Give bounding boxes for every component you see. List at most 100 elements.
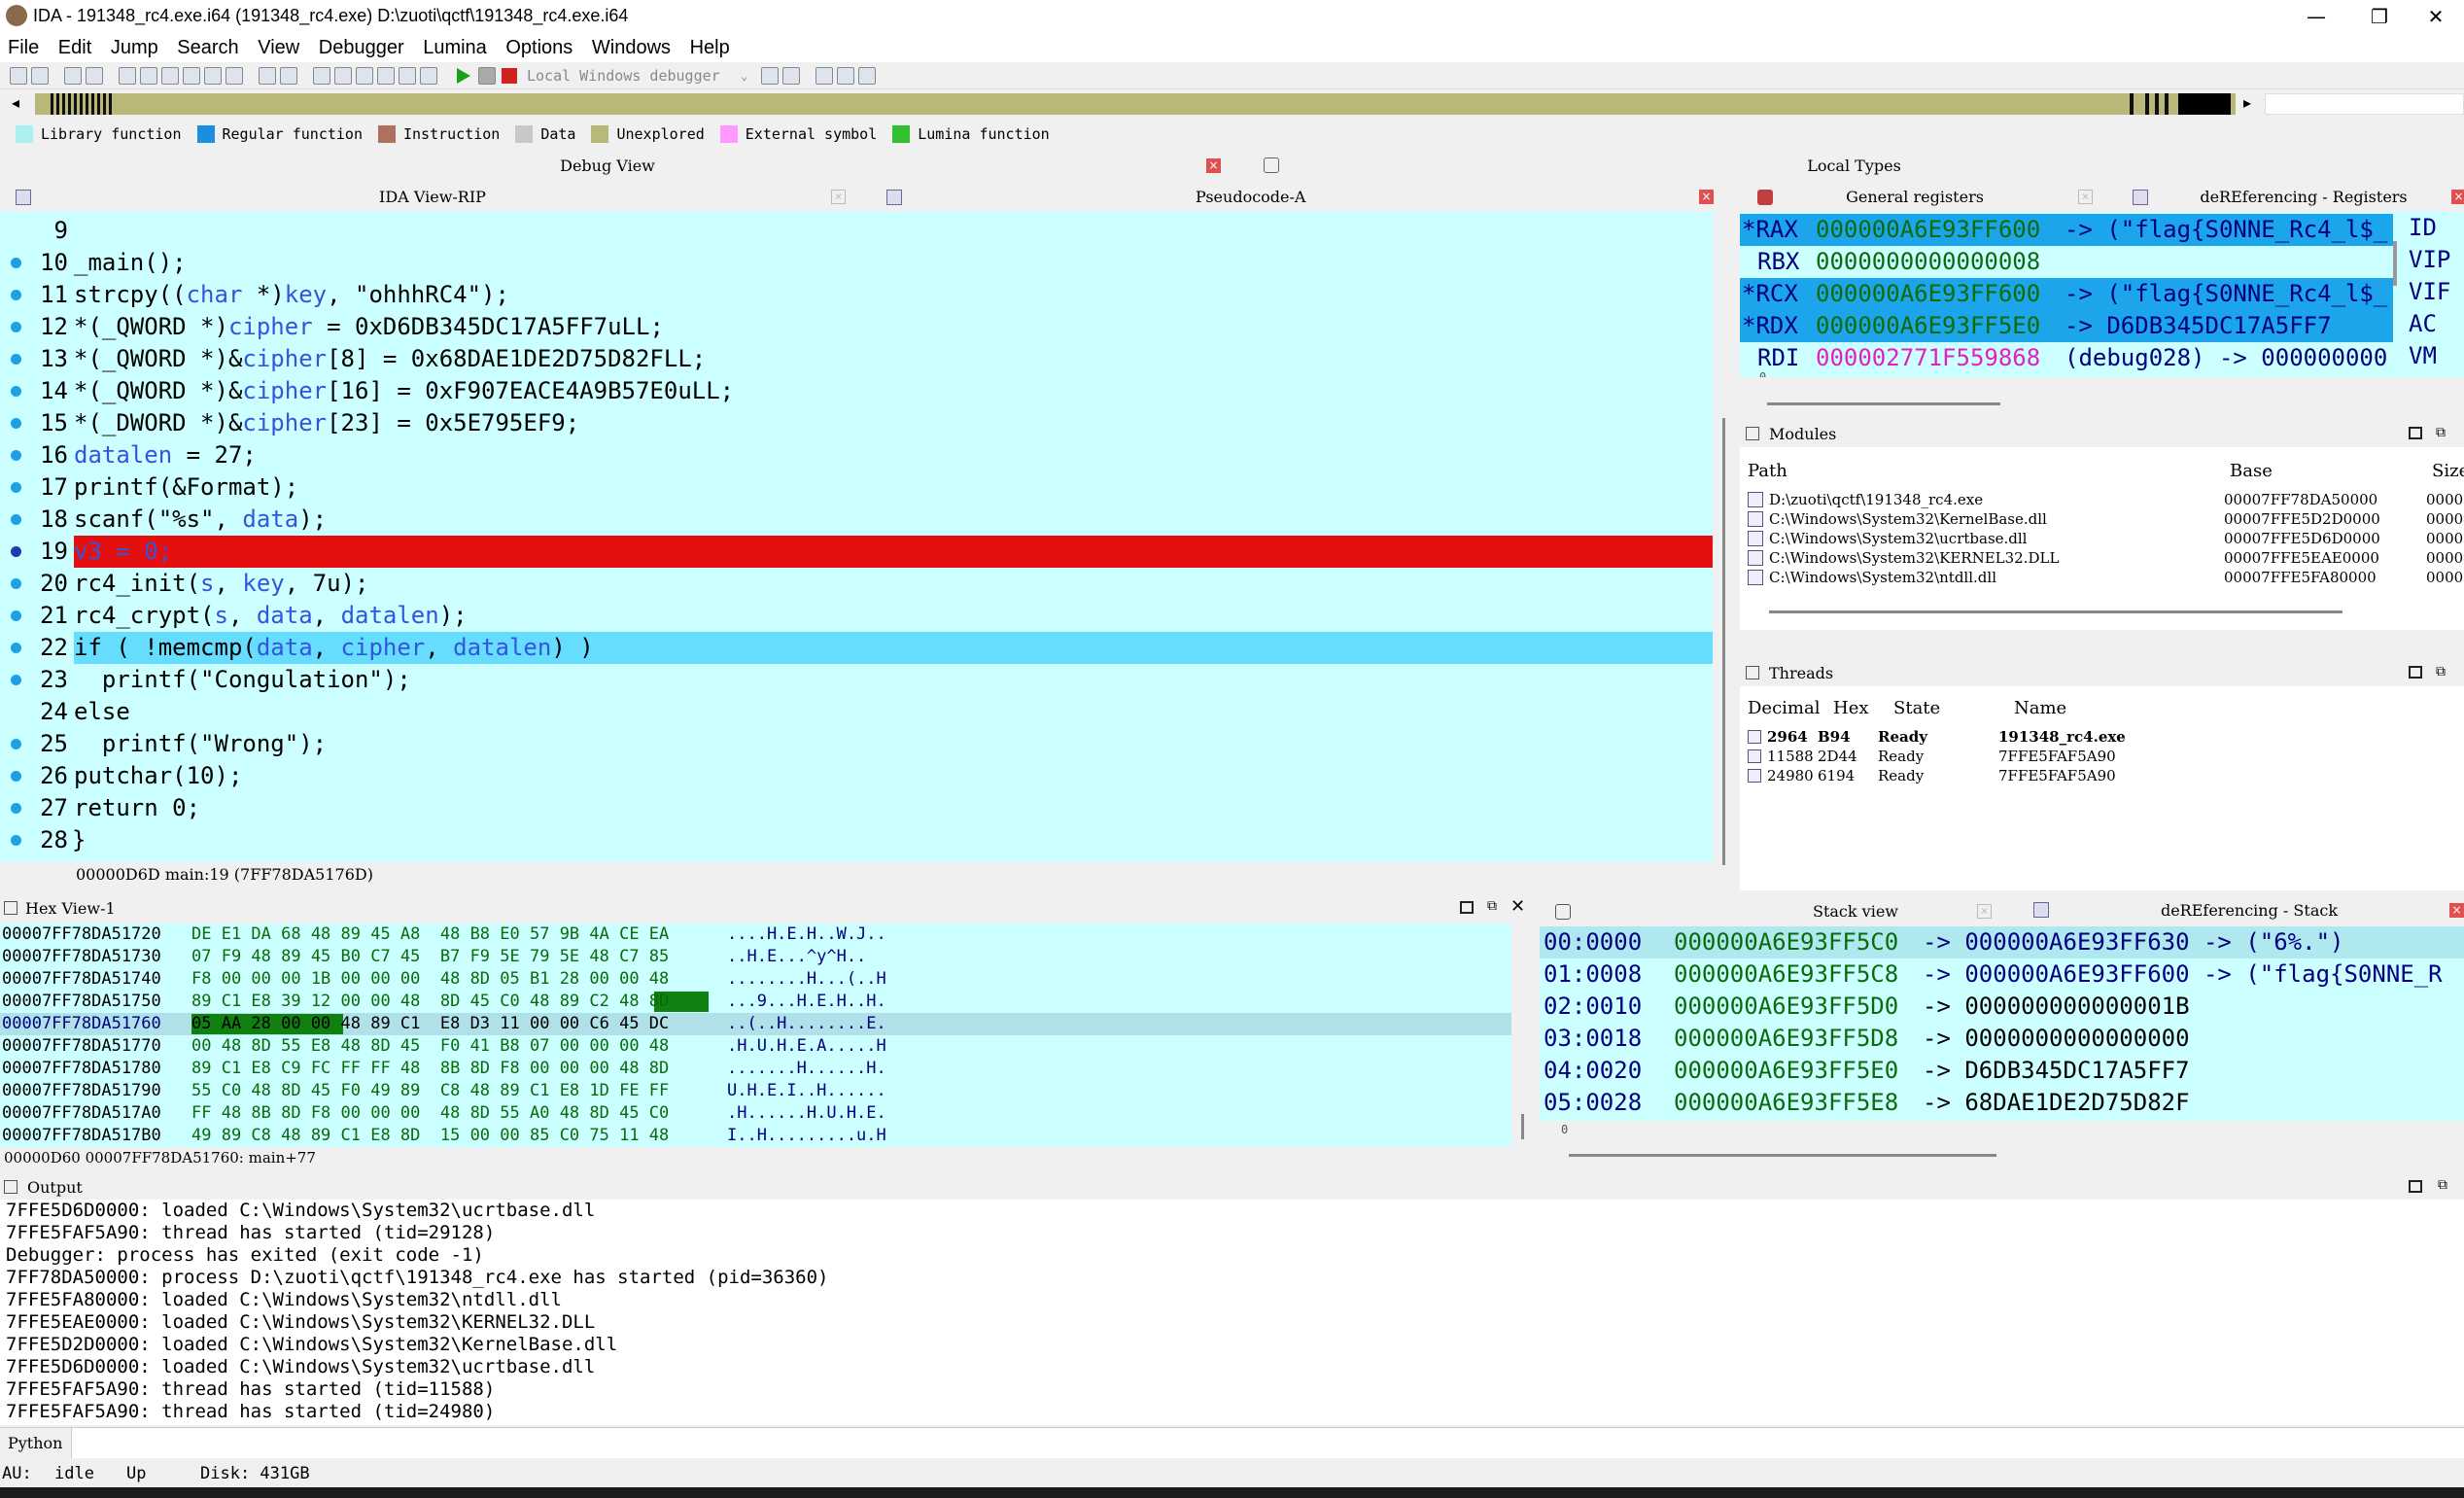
flag-vip[interactable]: VIP <box>2401 244 2464 276</box>
stop-icon[interactable] <box>502 68 517 84</box>
breakpoint-dot-icon[interactable] <box>11 771 21 782</box>
stack-hscrollbar[interactable] <box>1569 1154 1996 1157</box>
code-scrollbar[interactable] <box>1722 418 1725 865</box>
breakpoint-icon[interactable] <box>280 67 297 85</box>
menu-jump[interactable]: Jump <box>111 33 158 62</box>
menu-help[interactable]: Help <box>690 33 730 62</box>
breakpoint-dot-icon[interactable] <box>11 450 21 461</box>
col-path[interactable]: Path <box>1748 461 1787 481</box>
threads-list[interactable]: Decimal Hex State Name 2964 B94 Ready 19134… <box>1740 686 2464 890</box>
close-icon[interactable]: × <box>2451 190 2464 204</box>
language-button[interactable]: Python <box>0 1428 72 1459</box>
open-icon[interactable] <box>10 67 27 85</box>
search-text-icon[interactable] <box>161 67 179 85</box>
thread-row[interactable]: 2964 B94 Ready 191348_rc4.exe <box>1740 727 2464 747</box>
register-row[interactable]: *RCX 000000A6E93FF600 -> ("flag{S0NNE_Rc4_… <box>1740 278 2393 310</box>
hex-row[interactable]: 00007FF78DA517B0 49 89 C8 48 89 C1 E8 8D … <box>0 1125 1511 1143</box>
code-line[interactable]: 23 printf("Congulation"); <box>0 664 1713 696</box>
maximize-icon[interactable] <box>2409 666 2422 679</box>
breakpoint-dot-icon[interactable] <box>11 610 21 621</box>
text-icon[interactable] <box>226 67 243 85</box>
hex-row[interactable]: 00007FF78DA51730 07 F9 48 89 45 B0 C7 45 … <box>0 946 1511 968</box>
breakpoint-dot-icon[interactable] <box>11 675 21 685</box>
tab-stack-view[interactable]: Stack view <box>1637 902 2074 921</box>
float-icon[interactable]: ⧉ <box>2436 664 2446 679</box>
nav-right-arrow-icon[interactable]: ▸ <box>2243 93 2251 112</box>
breakpoint-dot-icon[interactable] <box>11 514 21 525</box>
hex-row[interactable]: 00007FF78DA51780 89 C1 E8 C9 FC FF FF 48 … <box>0 1058 1511 1080</box>
close-icon[interactable]: × <box>2078 190 2093 204</box>
code-line[interactable]: 20 rc4_init(s, key, 7u); <box>0 568 1713 600</box>
menu-lumina[interactable]: Lumina <box>423 33 487 62</box>
maximize-icon[interactable] <box>2409 427 2422 439</box>
module-row[interactable]: C:\Windows\System32\ntdll.dll 00007FFE5FA… <box>1740 568 2464 587</box>
list-reorder-icon[interactable] <box>858 67 877 85</box>
tab-debug-view[interactable]: Debug View <box>0 157 1215 175</box>
code-icon[interactable] <box>313 67 330 85</box>
float-icon[interactable]: ⧉ <box>1487 898 1497 914</box>
run-icon[interactable] <box>457 68 470 84</box>
code-line[interactable]: 14 *(_QWORD *)&cipher[16] = 0xF907EACE4A9… <box>0 375 1713 407</box>
menu-search[interactable]: Search <box>177 33 238 62</box>
save-icon[interactable] <box>31 67 49 85</box>
hex-row[interactable]: 00007FF78DA51770 00 48 8D 55 E8 48 8D 45 … <box>0 1035 1511 1058</box>
col-state[interactable]: State <box>1893 698 1940 718</box>
menu-edit[interactable]: Edit <box>58 33 91 62</box>
register-scrollbar[interactable] <box>2393 241 2397 286</box>
hex-row[interactable]: 00007FF78DA51790 55 C0 48 8D 45 F0 49 89 … <box>0 1080 1511 1102</box>
code-line[interactable]: 13 *(_QWORD *)&cipher[8] = 0x68DAE1DE2D75… <box>0 343 1713 375</box>
hex-scrollbar[interactable] <box>1521 1114 1524 1139</box>
module-row[interactable]: C:\Windows\System32\KernelBase.dll 00007F… <box>1740 509 2464 529</box>
code-line[interactable]: 26 putchar(10); <box>0 760 1713 792</box>
pause-icon[interactable] <box>478 67 496 85</box>
register-row[interactable]: RDI 000002771F559868 (debug028) -> 0000000… <box>1740 342 2420 374</box>
code-line[interactable]: 11 strcpy((char *)key, "ohhhRC4"); <box>0 279 1713 311</box>
code-line[interactable]: 12 *(_QWORD *)cipher = 0xD6DB345DC17A5FF7… <box>0 311 1713 343</box>
stack-row[interactable]: 01:0008 000000A6E93FF5C8 -> 000000A6E93FF6… <box>1540 958 2464 991</box>
navigation-bar[interactable] <box>35 93 2236 115</box>
close-icon[interactable]: ✕ <box>1510 896 1525 917</box>
tab-ida-view-rip[interactable]: IDA View-RIP <box>330 188 535 206</box>
breakpoint-dot-icon[interactable] <box>11 418 21 429</box>
code-line[interactable]: 15 *(_DWORD *)&cipher[23] = 0x5E795EF9; <box>0 407 1713 439</box>
code-line[interactable]: 18 scanf("%s", data); <box>0 504 1713 536</box>
flag-vm[interactable]: VM <box>2401 340 2464 372</box>
list-icon[interactable] <box>837 67 855 85</box>
struct-icon[interactable] <box>356 67 373 85</box>
tab-deref-registers[interactable]: deREferencing - Registers <box>2158 188 2449 206</box>
tab-pseudocode-a[interactable]: Pseudocode-A <box>1196 188 1400 206</box>
close-icon[interactable]: × <box>1977 904 1992 919</box>
thread-row[interactable]: 24980 6194 Ready 7FFE5FAF5A90 <box>1740 766 2464 785</box>
breakpoint-dot-icon[interactable] <box>11 739 21 749</box>
float-icon[interactable]: ⧉ <box>2436 425 2446 440</box>
hex-row[interactable]: 00007FF78DA517A0 FF 48 8B 8D F8 00 00 00 … <box>0 1102 1511 1125</box>
breakpoint-dot-icon[interactable] <box>11 643 21 653</box>
register-row[interactable]: *RAX 000000A6E93FF600 -> ("flag{S0NNE_Rc4_… <box>1740 214 2393 246</box>
hex-row[interactable]: 00007FF78DA51750 89 C1 E8 39 12 00 00 48 … <box>0 991 1511 1013</box>
enum-icon[interactable] <box>377 67 395 85</box>
module-row[interactable]: C:\Windows\System32\KERNEL32.DLL 00007FFE… <box>1740 548 2464 568</box>
menu-debugger[interactable]: Debugger <box>319 33 404 62</box>
col-size[interactable]: Size <box>2432 461 2464 481</box>
register-row[interactable]: *RDX 000000A6E93FF5E0 -> D6DB345DC17A5FF7 <box>1740 310 2393 342</box>
register-hscrollbar[interactable] <box>1767 402 2000 405</box>
stack-view[interactable]: 00:0000 000000A6E93FF5C0 -> 000000A6E93FF6… <box>1540 926 2464 1121</box>
data-icon[interactable] <box>334 67 352 85</box>
output-window[interactable]: 7FFE5D6D0000: loaded C:\Windows\System32… <box>0 1200 2464 1425</box>
close-icon[interactable]: × <box>831 190 846 204</box>
stack-row[interactable]: 03:0018 000000A6E93FF5D8 -> 00000000000000… <box>1540 1023 2464 1055</box>
command-input[interactable] <box>74 1430 2460 1457</box>
modules-hscrollbar[interactable] <box>1769 610 2343 613</box>
breakpoint-dot-icon[interactable] <box>11 803 21 814</box>
col-base[interactable]: Base <box>2230 461 2273 481</box>
col-decimal[interactable]: Decimal <box>1748 698 1820 718</box>
menu-file[interactable]: File <box>8 33 39 62</box>
close-icon[interactable]: × <box>2449 903 2464 918</box>
code-line[interactable]: 24 else <box>0 696 1713 728</box>
col-hex[interactable]: Hex <box>1833 698 1869 718</box>
stack-row[interactable]: 05:0028 000000A6E93FF5E8 -> 68DAE1DE2D75D8… <box>1540 1087 2464 1119</box>
float-icon[interactable]: ⧉ <box>2438 1177 2447 1193</box>
code-line-current[interactable]: 19 v3 = 0; <box>0 536 1713 568</box>
back-icon[interactable] <box>64 67 82 85</box>
breakpoint-dot-icon[interactable] <box>11 258 21 268</box>
